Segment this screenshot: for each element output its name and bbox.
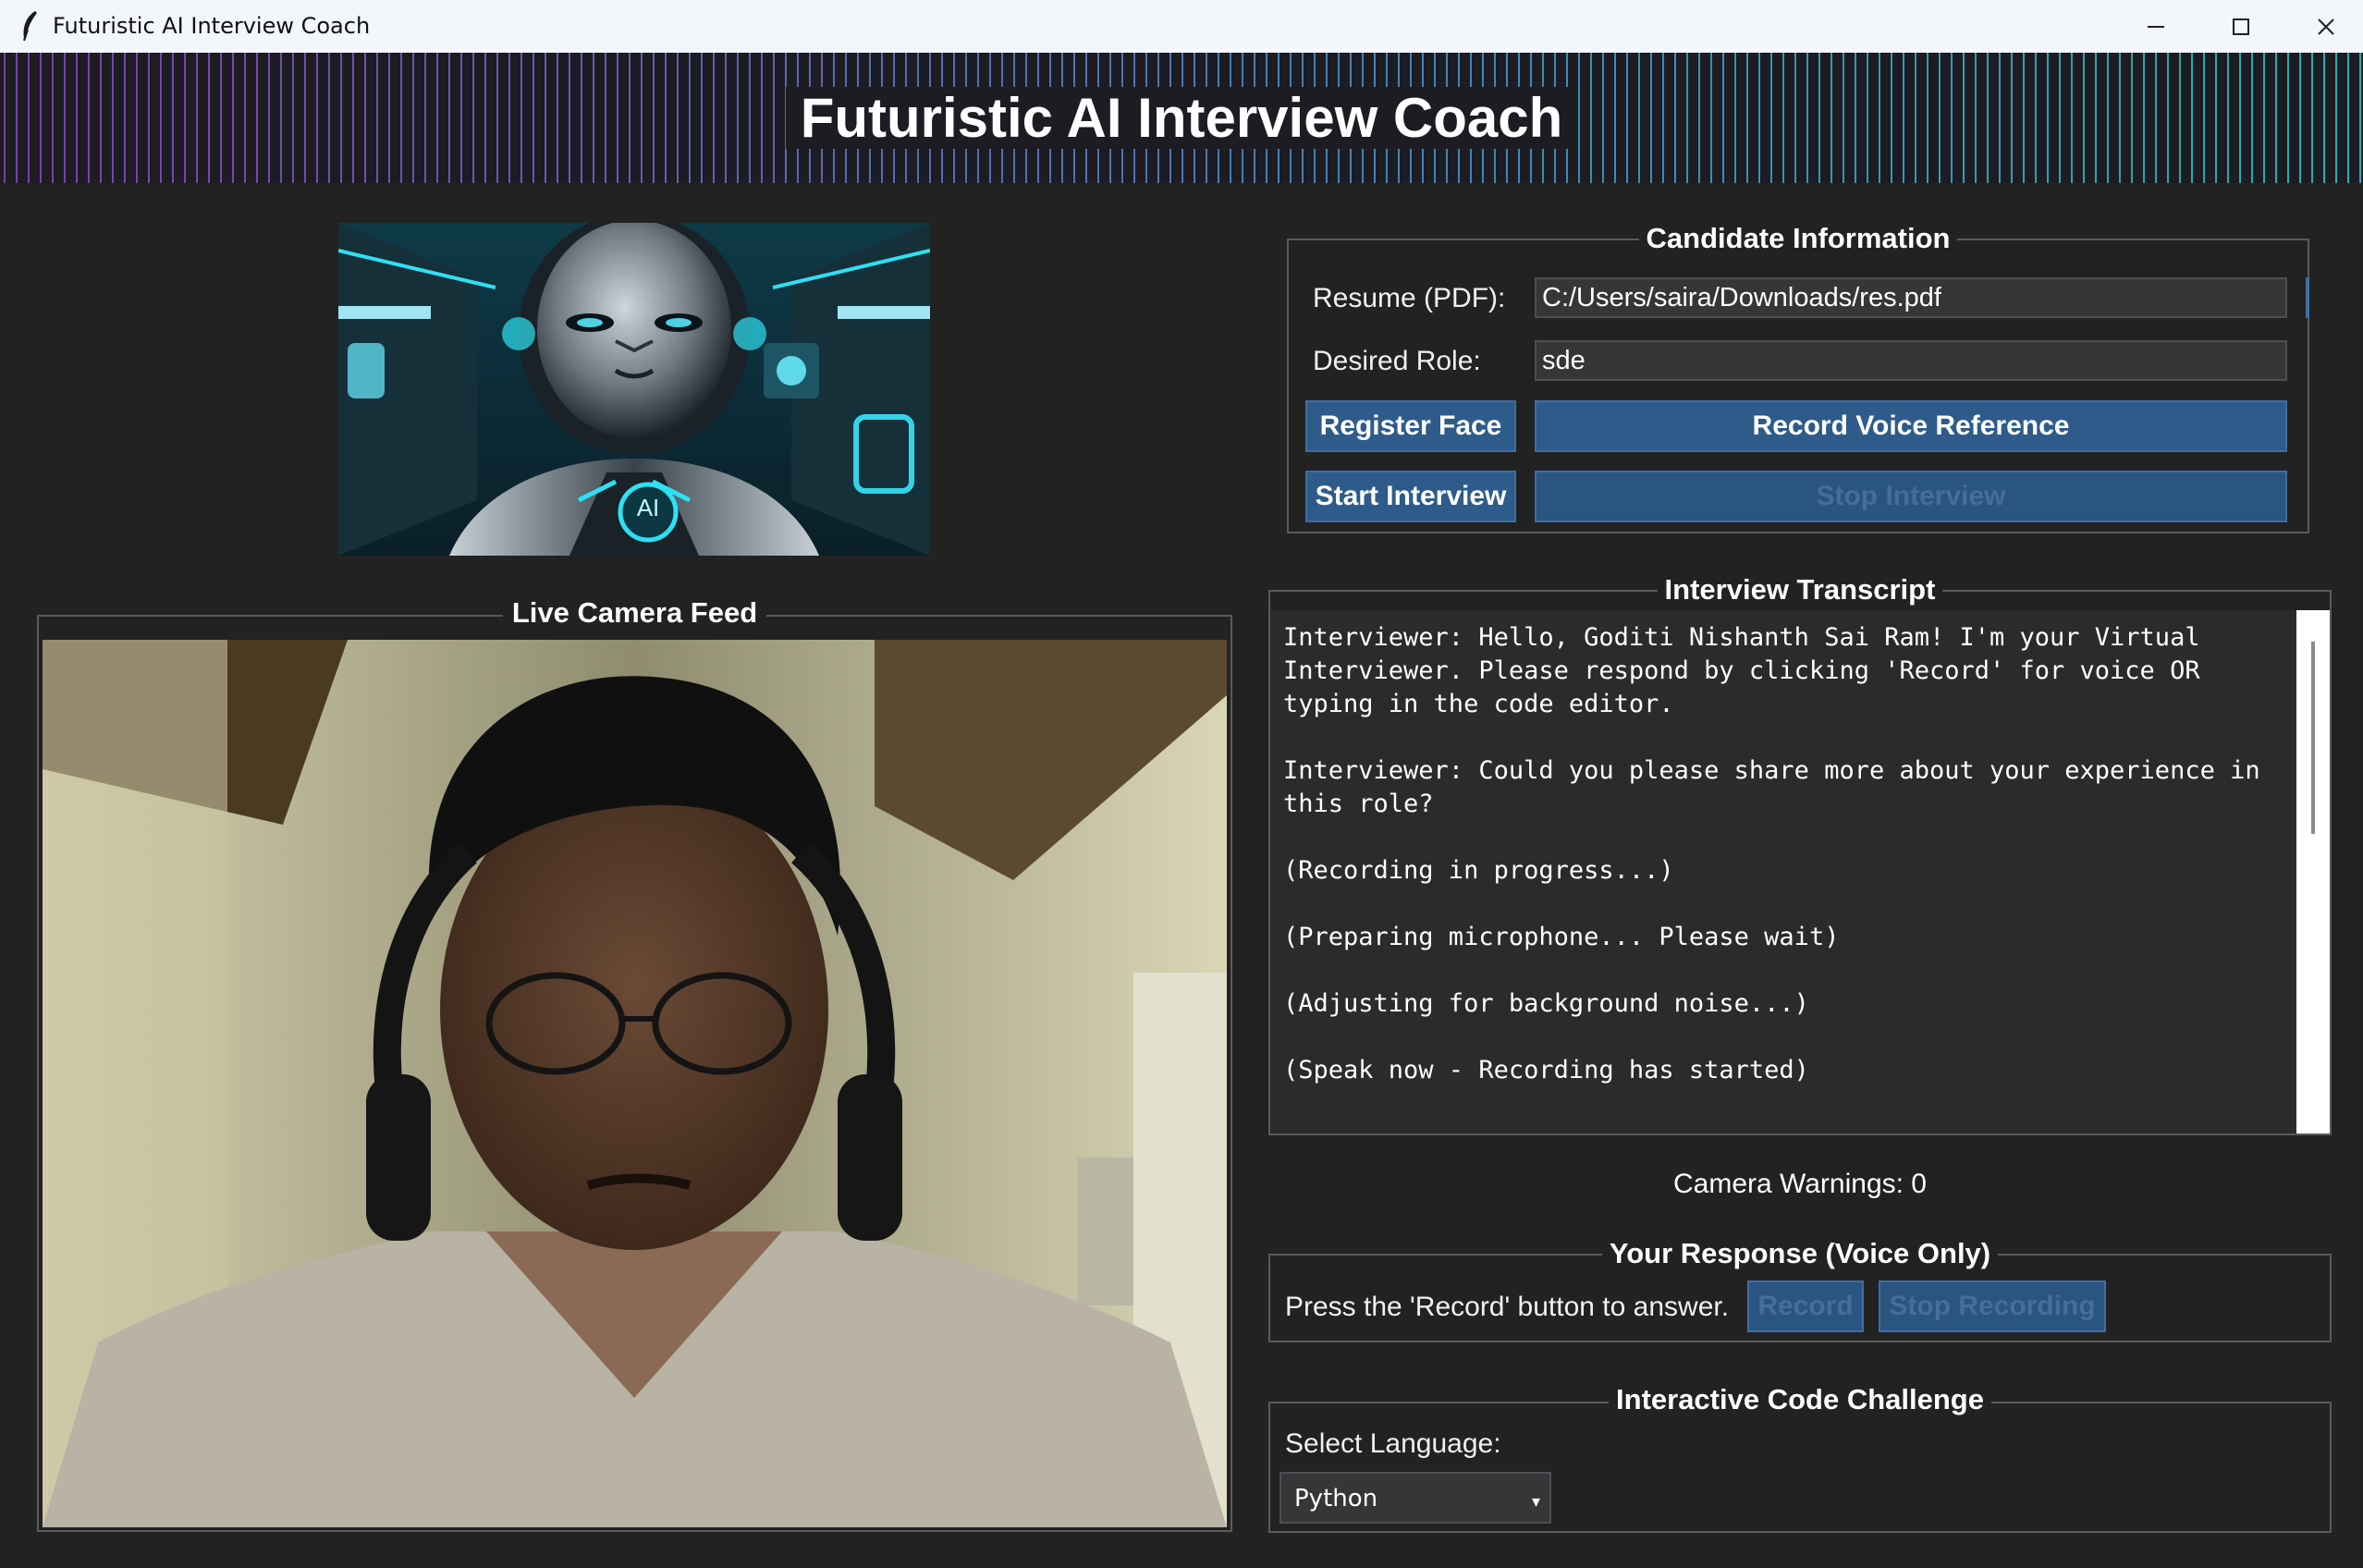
transcript-scrollbar-thumb[interactable] [2311,642,2315,834]
transcript-textbox[interactable]: Interviewer: Hello, Goditi Nishanth Sai … [1270,610,2296,1133]
close-icon [2318,18,2334,35]
camera-feed-image [43,640,1227,1527]
minimize-button[interactable] [2113,0,2198,53]
select-language-label: Select Language: [1285,1428,1501,1459]
resume-path-field[interactable]: C:/Users/saira/Downloads/res.pdf [1535,277,2287,318]
code-challenge-title: Interactive Code Challenge [1609,1383,1991,1415]
window-titlebar: Futuristic AI Interview Coach [0,0,2363,53]
start-interview-button[interactable]: Start Interview [1305,471,1516,522]
desired-role-field[interactable]: sde [1535,340,2287,381]
chevron-down-icon: ▾ [1531,1492,1540,1512]
desired-role-label: Desired Role: [1313,346,1481,376]
stop-recording-button[interactable]: Stop Recording [1879,1280,2106,1332]
language-dropdown-value: Python [1294,1485,1378,1513]
resume-label: Resume (PDF): [1313,283,1506,313]
maximize-icon [2233,18,2249,35]
response-prompt: Press the 'Record' button to answer. [1285,1292,1730,1322]
close-button[interactable] [2283,0,2363,53]
camera-feed-label: Live Camera Feed [502,596,767,629]
resume-field-scroll-edge [2306,277,2309,318]
maximize-button[interactable] [2198,0,2283,53]
response-title: Your Response (Voice Only) [1601,1237,1999,1269]
camera-warnings-label: Camera Warnings: 0 [1673,1169,1927,1199]
record-voice-reference-button[interactable]: Record Voice Reference [1535,400,2287,452]
stop-interview-button[interactable]: Stop Interview [1535,471,2287,522]
language-dropdown[interactable]: Python ▾ [1279,1472,1551,1524]
candidate-info-title: Candidate Information [1638,222,1958,254]
minimize-icon [2148,25,2164,28]
transcript-text: Interviewer: Hello, Goditi Nishanth Sai … [1283,623,2260,1084]
record-button[interactable]: Record [1747,1280,1864,1332]
header-banner: Futuristic AI Interview Coach [0,53,2363,183]
window-title: Futuristic AI Interview Coach [53,13,371,39]
register-face-button[interactable]: Register Face [1305,400,1516,452]
ai-badge-label: AI [636,494,660,521]
transcript-title: Interview Transcript [1657,573,1943,606]
app-title: Futuristic AI Interview Coach [785,87,1578,149]
ai-avatar-image: AI [338,223,930,556]
feather-icon [23,11,37,42]
